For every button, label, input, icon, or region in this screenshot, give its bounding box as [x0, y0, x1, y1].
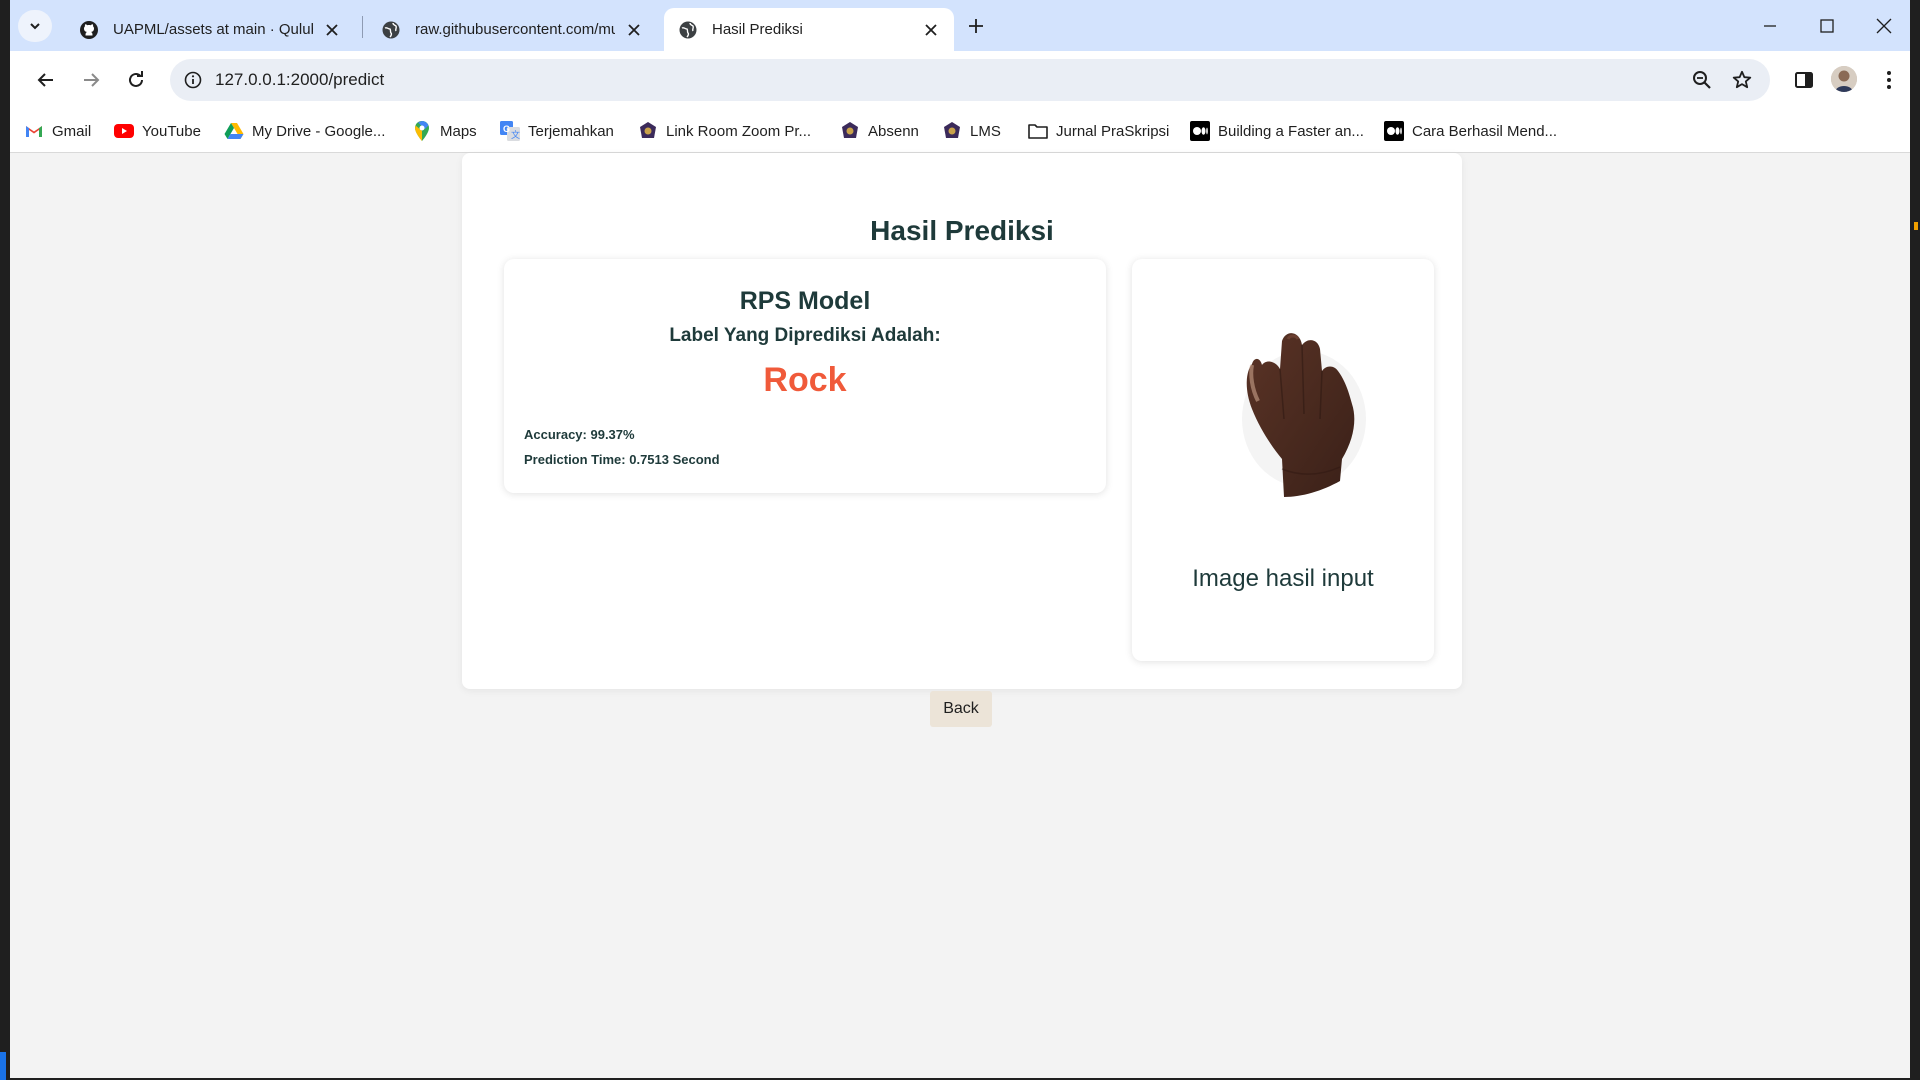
maximize-button[interactable]: [1805, 8, 1849, 44]
bookmark-gmail[interactable]: Gmail: [24, 109, 91, 153]
accuracy-text: Accuracy: 99.37%: [524, 427, 635, 442]
star-icon: [1732, 70, 1752, 89]
close-icon[interactable]: [625, 21, 643, 39]
bookmark-label: Link Room Zoom Pr...: [666, 122, 812, 140]
input-image-card: Image hasil input: [1132, 259, 1434, 661]
medium-icon: [1384, 121, 1404, 141]
svg-text:G: G: [503, 124, 510, 134]
minimize-button[interactable]: [1748, 8, 1792, 44]
hand-rock-image: [1242, 333, 1366, 497]
result-card: RPS Model Label Yang Diprediksi Adalah: …: [504, 259, 1106, 493]
page-title: Hasil Prediksi: [870, 215, 1054, 246]
site-info-button[interactable]: [178, 65, 208, 95]
bookmark-label: Maps: [440, 122, 477, 140]
university-icon: [842, 122, 858, 138]
desktop-edge: [1910, 0, 1920, 1080]
maps-icon: [415, 121, 429, 141]
bookmark-star-button[interactable]: [1730, 68, 1754, 92]
tab-title: Hasil Prediksi: [712, 21, 803, 38]
bookmark-label: YouTube: [142, 122, 201, 140]
address-bar[interactable]: 127.0.0.1:2000/predict: [170, 59, 1770, 101]
reload-button[interactable]: [120, 64, 152, 96]
university-icon: [640, 122, 656, 138]
arrow-right-icon: [84, 73, 100, 87]
tab-title: raw.githubusercontent.com/mu: [415, 21, 615, 38]
close-icon[interactable]: [323, 21, 341, 39]
bookmark-label: Jurnal PraSkripsi: [1056, 122, 1170, 140]
arrow-left-icon: [37, 73, 53, 87]
bookmark-link-room-zoom[interactable]: Link Room Zoom Pr...: [638, 109, 811, 153]
taskbar-edge: [0, 1052, 6, 1080]
bookmark-absenn[interactable]: Absenn: [840, 109, 919, 153]
profile-avatar[interactable]: [1831, 66, 1857, 92]
model-name: RPS Model: [739, 287, 871, 315]
zoom-out-icon: [1693, 71, 1711, 89]
tab-separator: [362, 16, 363, 38]
google-drive-icon: [224, 123, 244, 139]
globe-icon: [679, 21, 697, 38]
window-close-button[interactable]: [1862, 8, 1906, 44]
bookmark-my-drive[interactable]: My Drive - Google...: [224, 109, 385, 153]
predicted-label: Rock: [763, 361, 847, 399]
input-hand-image: [1222, 309, 1372, 499]
prediction-time-text: Prediction Time: 0.7513 Second: [524, 452, 720, 467]
page-content: Hasil Prediksi RPS Model Label Yang Dipr…: [10, 153, 1910, 1078]
bookmark-label: Cara Berhasil Mend...: [1412, 122, 1558, 140]
side-panel-icon: [1795, 72, 1813, 88]
bookmark-label: My Drive - Google...: [252, 122, 386, 140]
bookmark-label: LMS: [970, 122, 1001, 140]
avatar-icon: [1831, 66, 1857, 92]
bookmark-lms[interactable]: LMS: [942, 109, 1001, 153]
image-caption: Image hasil input: [1192, 565, 1374, 592]
university-icon: [944, 122, 960, 138]
forward-nav-button[interactable]: [75, 64, 107, 96]
close-icon[interactable]: [922, 21, 940, 39]
bookmark-terjemahkan[interactable]: G文 Terjemahkan: [500, 109, 614, 153]
bookmark-jurnal-praskripsi[interactable]: Jurnal PraSkripsi: [1028, 109, 1169, 153]
maximize-icon: [1820, 19, 1834, 33]
globe-icon: [382, 21, 400, 38]
zoom-button[interactable]: [1690, 68, 1714, 92]
bookmark-building-faster[interactable]: Building a Faster an...: [1190, 109, 1364, 153]
github-icon: [80, 20, 98, 39]
tab-title: UAPML/assets at main · Qulubil: [113, 21, 313, 38]
svg-text:文: 文: [511, 129, 520, 140]
bookmark-label: Gmail: [52, 122, 92, 140]
tab-raw-githubusercontent[interactable]: raw.githubusercontent.com/mu: [367, 8, 657, 51]
label-question: Label Yang Diprediksi Adalah:: [669, 325, 941, 346]
tab-strip: UAPML/assets at main · Qulubil raw.githu…: [10, 0, 1910, 51]
browser-menu-button[interactable]: [1873, 64, 1905, 96]
desktop-edge-marker: [1914, 222, 1918, 230]
browser-window: UAPML/assets at main · Qulubil raw.githu…: [10, 0, 1910, 1078]
medium-icon: [1190, 121, 1210, 141]
url-text[interactable]: 127.0.0.1:2000/predict: [215, 70, 384, 90]
tab-search-button[interactable]: [18, 10, 52, 42]
prediction-container: Hasil Prediksi RPS Model Label Yang Dipr…: [462, 153, 1462, 689]
reload-icon: [129, 71, 143, 87]
youtube-icon: [114, 124, 134, 138]
bookmark-youtube[interactable]: YouTube: [114, 109, 201, 153]
tab-hasil-prediksi[interactable]: Hasil Prediksi: [664, 8, 954, 51]
chevron-down-icon: [30, 23, 40, 30]
new-tab-button[interactable]: [962, 12, 990, 40]
folder-icon: [1028, 124, 1048, 139]
bookmark-label: Absenn: [868, 122, 919, 140]
bookmark-maps[interactable]: Maps: [412, 109, 477, 153]
side-panel-button[interactable]: [1788, 64, 1820, 96]
plus-icon: [969, 19, 983, 33]
more-vertical-icon: [1887, 71, 1891, 89]
bookmark-label: Building a Faster an...: [1218, 122, 1364, 140]
back-nav-button[interactable]: [30, 64, 62, 96]
bookmarks-bar: Gmail YouTube My Drive - Google... Maps …: [10, 109, 1910, 153]
bookmark-label: Terjemahkan: [528, 122, 614, 140]
translate-icon: G文: [500, 121, 520, 141]
info-icon: [184, 71, 202, 89]
close-icon: [1876, 18, 1892, 34]
minimize-icon: [1764, 25, 1776, 27]
gmail-icon: [26, 126, 42, 137]
bookmark-cara-berhasil[interactable]: Cara Berhasil Mend...: [1384, 109, 1557, 153]
tab-uapml-assets[interactable]: UAPML/assets at main · Qulubil: [65, 8, 355, 51]
back-button[interactable]: Back: [930, 691, 992, 727]
browser-toolbar: 127.0.0.1:2000/predict: [10, 51, 1910, 109]
